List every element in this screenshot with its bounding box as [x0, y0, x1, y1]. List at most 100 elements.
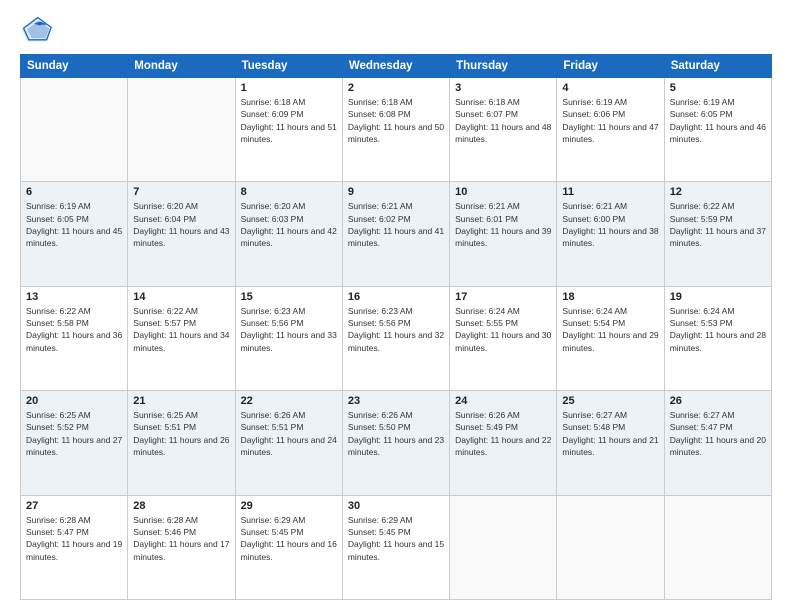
day-info: Sunrise: 6:18 AM Sunset: 6:09 PM Dayligh…	[241, 96, 337, 145]
calendar-cell: 6Sunrise: 6:19 AM Sunset: 6:05 PM Daylig…	[21, 182, 128, 286]
logo-icon	[20, 16, 52, 44]
day-number: 9	[348, 186, 444, 198]
day-info: Sunrise: 6:19 AM Sunset: 6:05 PM Dayligh…	[26, 200, 122, 249]
day-number: 7	[133, 186, 229, 198]
day-number: 29	[241, 500, 337, 512]
day-info: Sunrise: 6:20 AM Sunset: 6:03 PM Dayligh…	[241, 200, 337, 249]
day-info: Sunrise: 6:26 AM Sunset: 5:50 PM Dayligh…	[348, 409, 444, 458]
calendar-cell: 16 Sunrise: 6:23 AM Sunset: 5:56 PM Dayli…	[342, 286, 449, 390]
day-number: 22	[241, 395, 337, 407]
logo	[20, 16, 56, 44]
calendar-cell: 4 Sunrise: 6:19 AM Sunset: 6:06 PM Daylig…	[557, 78, 664, 182]
day-number: 23	[348, 395, 444, 407]
calendar-cell: 5 Sunrise: 6:19 AM Sunset: 6:05 PM Daylig…	[664, 78, 771, 182]
day-info: Sunrise: 6:25 AM Sunset: 5:51 PM Dayligh…	[133, 409, 229, 458]
day-number: 12	[670, 186, 766, 198]
calendar-cell: 30Sunrise: 6:29 AM Sunset: 5:45 PM Dayli…	[342, 495, 449, 599]
week-row-4: 20 Sunrise: 6:25 AM Sunset: 5:52 PM Dayli…	[21, 391, 772, 495]
page: SundayMondayTuesdayWednesdayThursdayFrid…	[0, 0, 792, 612]
day-info: Sunrise: 6:18 AM Sunset: 6:07 PM Dayligh…	[455, 96, 551, 145]
calendar-cell: 26 Sunrise: 6:27 AM Sunset: 5:47 PM Dayli…	[664, 391, 771, 495]
calendar-cell: 25 Sunrise: 6:27 AM Sunset: 5:48 PM Dayli…	[557, 391, 664, 495]
day-number: 2	[348, 82, 444, 94]
calendar-cell: 17 Sunrise: 6:24 AM Sunset: 5:55 PM Dayli…	[450, 286, 557, 390]
week-row-2: 6Sunrise: 6:19 AM Sunset: 6:05 PM Daylig…	[21, 182, 772, 286]
calendar-cell: 23 Sunrise: 6:26 AM Sunset: 5:50 PM Dayli…	[342, 391, 449, 495]
calendar-cell: 19Sunrise: 6:24 AM Sunset: 5:53 PM Dayli…	[664, 286, 771, 390]
calendar-cell: 21 Sunrise: 6:25 AM Sunset: 5:51 PM Dayli…	[128, 391, 235, 495]
day-number: 14	[133, 291, 229, 303]
header	[20, 16, 772, 44]
day-info: Sunrise: 6:28 AM Sunset: 5:47 PM Dayligh…	[26, 514, 122, 563]
calendar-cell: 10 Sunrise: 6:21 AM Sunset: 6:01 PM Dayli…	[450, 182, 557, 286]
calendar-cell: 15 Sunrise: 6:23 AM Sunset: 5:56 PM Dayli…	[235, 286, 342, 390]
week-row-3: 13 Sunrise: 6:22 AM Sunset: 5:58 PM Dayli…	[21, 286, 772, 390]
day-number: 26	[670, 395, 766, 407]
day-number: 24	[455, 395, 551, 407]
calendar-cell: 22 Sunrise: 6:26 AM Sunset: 5:51 PM Dayli…	[235, 391, 342, 495]
calendar-cell	[450, 495, 557, 599]
day-info: Sunrise: 6:27 AM Sunset: 5:47 PM Dayligh…	[670, 409, 766, 458]
day-info: Sunrise: 6:23 AM Sunset: 5:56 PM Dayligh…	[348, 305, 444, 354]
day-number: 18	[562, 291, 658, 303]
calendar-cell: 29 Sunrise: 6:29 AM Sunset: 5:45 PM Dayli…	[235, 495, 342, 599]
day-info: Sunrise: 6:24 AM Sunset: 5:54 PM Dayligh…	[562, 305, 658, 354]
calendar-cell: 20 Sunrise: 6:25 AM Sunset: 5:52 PM Dayli…	[21, 391, 128, 495]
day-number: 5	[670, 82, 766, 94]
calendar-cell	[664, 495, 771, 599]
calendar-cell: 24 Sunrise: 6:26 AM Sunset: 5:49 PM Dayli…	[450, 391, 557, 495]
day-info: Sunrise: 6:26 AM Sunset: 5:51 PM Dayligh…	[241, 409, 337, 458]
calendar-cell: 1 Sunrise: 6:18 AM Sunset: 6:09 PM Daylig…	[235, 78, 342, 182]
day-number: 17	[455, 291, 551, 303]
weekday-header-row: SundayMondayTuesdayWednesdayThursdayFrid…	[21, 55, 772, 78]
calendar-cell	[128, 78, 235, 182]
day-info: Sunrise: 6:29 AM Sunset: 5:45 PM Dayligh…	[241, 514, 337, 563]
calendar-cell: 13 Sunrise: 6:22 AM Sunset: 5:58 PM Dayli…	[21, 286, 128, 390]
weekday-header-friday: Friday	[557, 55, 664, 78]
day-info: Sunrise: 6:25 AM Sunset: 5:52 PM Dayligh…	[26, 409, 122, 458]
calendar-cell: 18 Sunrise: 6:24 AM Sunset: 5:54 PM Dayli…	[557, 286, 664, 390]
calendar-cell: 11Sunrise: 6:21 AM Sunset: 6:00 PM Dayli…	[557, 182, 664, 286]
day-number: 8	[241, 186, 337, 198]
weekday-header-monday: Monday	[128, 55, 235, 78]
calendar-cell: 27 Sunrise: 6:28 AM Sunset: 5:47 PM Dayli…	[21, 495, 128, 599]
calendar-cell: 3 Sunrise: 6:18 AM Sunset: 6:07 PM Daylig…	[450, 78, 557, 182]
week-row-1: 1 Sunrise: 6:18 AM Sunset: 6:09 PM Daylig…	[21, 78, 772, 182]
calendar-cell: 14 Sunrise: 6:22 AM Sunset: 5:57 PM Dayli…	[128, 286, 235, 390]
day-number: 3	[455, 82, 551, 94]
day-info: Sunrise: 6:26 AM Sunset: 5:49 PM Dayligh…	[455, 409, 551, 458]
day-info: Sunrise: 6:21 AM Sunset: 6:02 PM Dayligh…	[348, 200, 444, 249]
weekday-header-tuesday: Tuesday	[235, 55, 342, 78]
day-info: Sunrise: 6:29 AM Sunset: 5:45 PM Dayligh…	[348, 514, 444, 563]
day-info: Sunrise: 6:21 AM Sunset: 6:01 PM Dayligh…	[455, 200, 551, 249]
day-info: Sunrise: 6:22 AM Sunset: 5:59 PM Dayligh…	[670, 200, 766, 249]
day-number: 10	[455, 186, 551, 198]
day-info: Sunrise: 6:27 AM Sunset: 5:48 PM Dayligh…	[562, 409, 658, 458]
weekday-header-wednesday: Wednesday	[342, 55, 449, 78]
day-info: Sunrise: 6:22 AM Sunset: 5:57 PM Dayligh…	[133, 305, 229, 354]
day-info: Sunrise: 6:21 AM Sunset: 6:00 PM Dayligh…	[562, 200, 658, 249]
day-info: Sunrise: 6:24 AM Sunset: 5:55 PM Dayligh…	[455, 305, 551, 354]
day-number: 4	[562, 82, 658, 94]
day-number: 13	[26, 291, 122, 303]
day-info: Sunrise: 6:23 AM Sunset: 5:56 PM Dayligh…	[241, 305, 337, 354]
calendar-cell: 2 Sunrise: 6:18 AM Sunset: 6:08 PM Daylig…	[342, 78, 449, 182]
day-number: 15	[241, 291, 337, 303]
day-number: 25	[562, 395, 658, 407]
day-number: 16	[348, 291, 444, 303]
calendar-cell: 9 Sunrise: 6:21 AM Sunset: 6:02 PM Daylig…	[342, 182, 449, 286]
day-number: 1	[241, 82, 337, 94]
calendar-cell: 7Sunrise: 6:20 AM Sunset: 6:04 PM Daylig…	[128, 182, 235, 286]
day-number: 20	[26, 395, 122, 407]
weekday-header-sunday: Sunday	[21, 55, 128, 78]
day-number: 21	[133, 395, 229, 407]
day-info: Sunrise: 6:28 AM Sunset: 5:46 PM Dayligh…	[133, 514, 229, 563]
day-info: Sunrise: 6:19 AM Sunset: 6:05 PM Dayligh…	[670, 96, 766, 145]
day-info: Sunrise: 6:22 AM Sunset: 5:58 PM Dayligh…	[26, 305, 122, 354]
day-info: Sunrise: 6:18 AM Sunset: 6:08 PM Dayligh…	[348, 96, 444, 145]
day-number: 27	[26, 500, 122, 512]
day-number: 28	[133, 500, 229, 512]
day-info: Sunrise: 6:19 AM Sunset: 6:06 PM Dayligh…	[562, 96, 658, 145]
day-number: 19	[670, 291, 766, 303]
calendar-cell: 8 Sunrise: 6:20 AM Sunset: 6:03 PM Daylig…	[235, 182, 342, 286]
